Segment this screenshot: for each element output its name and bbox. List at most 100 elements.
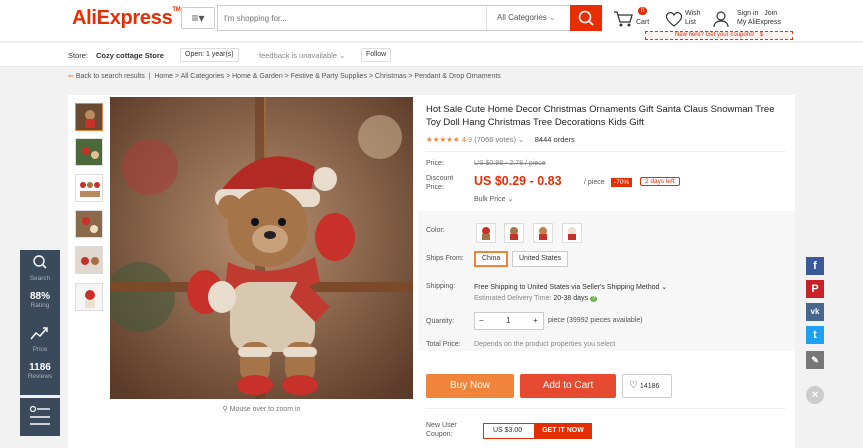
rating-stars: ★★★★★: [426, 135, 460, 144]
store-bar: Store: Cozy cottage Store Open: 1 year(s…: [0, 43, 863, 67]
ship-from-china[interactable]: China: [474, 251, 509, 267]
search-icon: [578, 10, 594, 26]
search-bar: All Categories ⌄: [217, 5, 570, 31]
ship-from-united-states[interactable]: United States: [512, 251, 569, 267]
reviews-count: 1186: [29, 362, 51, 373]
product-main-image[interactable]: [110, 97, 413, 399]
discount-badge: -70%: [611, 178, 633, 187]
twitter-icon: t: [813, 329, 817, 341]
edit-button[interactable]: ✎: [806, 351, 824, 369]
wish-label-line1: Wish: [685, 10, 701, 17]
bulk-price-link[interactable]: Bulk Price ⌄: [474, 195, 513, 203]
vk-icon: vk: [810, 307, 820, 316]
store-feedback: feedback is unavailable ⌄: [259, 51, 346, 60]
zoom-hint: ⚲ Mouse over to zoom in: [222, 406, 301, 413]
twitter-share-button[interactable]: t: [806, 326, 824, 344]
quantity-plus-button[interactable]: +: [533, 313, 538, 329]
rating-percent: 88%: [29, 291, 50, 302]
ships-from-label: Ships From:: [426, 255, 464, 262]
magnifier-icon: ⚲: [222, 406, 228, 413]
facebook-share-button[interactable]: f: [806, 257, 824, 275]
get-it-now-button[interactable]: GET IT NOW: [534, 423, 592, 439]
chevron-down-icon: ⌄: [661, 284, 668, 291]
add-to-cart-button[interactable]: Add to Cart: [520, 374, 616, 398]
store-name-link[interactable]: Cozy cottage Store: [96, 51, 164, 60]
original-price: US $0.98 - 2.78 / piece: [474, 160, 546, 167]
wish-list-link[interactable]: Wish List: [664, 7, 709, 33]
categories-menu-button[interactable]: ≡▾: [181, 7, 215, 29]
price-label: Price:: [426, 160, 444, 167]
rating-row: ★★★★★ 4.9 (7066 votes) ⌄ 8444 orders: [426, 135, 575, 144]
discount-price: US $0.29 - 0.83: [474, 174, 562, 188]
info-icon: ?: [589, 296, 598, 302]
my-aliexpress-link[interactable]: My AliExpress: [737, 18, 781, 27]
coupon-value: US $3.00: [493, 427, 523, 434]
price-trend-icon: [30, 327, 48, 340]
cart-link[interactable]: 0 Cart: [612, 7, 657, 33]
color-swatch-1[interactable]: [476, 223, 496, 243]
product-title: Hot Sale Cute Home Decor Christmas Ornam…: [426, 104, 775, 128]
pinterest-share-button[interactable]: P: [806, 280, 824, 298]
total-price-text: Depends on the product properties you se…: [474, 341, 616, 348]
heart-icon: [665, 11, 683, 27]
float-search-button[interactable]: Search: [20, 254, 60, 282]
quantity-stepper: − 1 +: [474, 312, 544, 330]
cart-count-badge: 0: [638, 7, 648, 15]
account-link[interactable]: Sign in Join My AliExpress: [711, 7, 801, 33]
options-panel: Color: Ships From: China United States S…: [418, 211, 795, 351]
back-arrow-icon: ⇐: [68, 73, 74, 80]
signin-link[interactable]: Sign in: [737, 10, 758, 17]
new-user-coupon: US $3.00 GET IT NOW: [483, 423, 592, 439]
quantity-input[interactable]: 1: [506, 313, 510, 329]
vk-share-button[interactable]: vk: [806, 303, 824, 321]
color-swatch-2[interactable]: [504, 223, 524, 243]
close-share-button[interactable]: ×: [806, 386, 824, 404]
pencil-icon: ✎: [811, 355, 819, 365]
price-label: Price: [32, 346, 48, 353]
back-to-search-link[interactable]: Back to search results: [76, 73, 145, 80]
teddy-bear-ornament-image: [110, 97, 413, 399]
thumbnail-5[interactable]: [75, 246, 103, 274]
follow-button[interactable]: Follow: [361, 48, 392, 62]
store-open-badge: Open: 1 year(s): [180, 48, 239, 62]
wish-count: 14186: [639, 383, 660, 390]
wish-button[interactable]: ♡ 14186: [622, 374, 672, 398]
breadcrumb: ⇐ Back to search results | Home > All Ca…: [68, 73, 501, 80]
wish-label-line2: List: [685, 19, 696, 26]
aliexpress-logo[interactable]: AliExpressTM: [72, 7, 181, 30]
days-left-badge: 2 days left: [640, 177, 680, 186]
buy-now-button[interactable]: Buy Now: [426, 374, 514, 398]
reviews-label: Reviews: [27, 373, 53, 380]
search-input[interactable]: [224, 10, 484, 26]
thumbnail-6[interactable]: [75, 283, 103, 311]
search-button[interactable]: [570, 5, 602, 31]
category-select[interactable]: All Categories ⌄: [486, 6, 571, 30]
left-float-panel: Search 88% Rating Price 1186 Reviews: [20, 250, 60, 395]
divider: [426, 408, 786, 409]
float-reviews[interactable]: 1186 Reviews: [20, 362, 60, 380]
coupon-amount: $: [759, 32, 764, 38]
quantity-minus-button[interactable]: −: [479, 313, 484, 329]
color-swatch-4[interactable]: [562, 223, 582, 243]
new-user-coupon-banner[interactable]: New here? Get your coupons! $: [645, 31, 793, 40]
float-search-label: Search: [29, 275, 51, 282]
shipping-label: Shipping:: [426, 283, 456, 290]
float-menu-button[interactable]: [20, 398, 60, 436]
shipping-method[interactable]: Free Shipping to United States via Selle…: [474, 283, 667, 291]
thumbnail-3[interactable]: [75, 174, 103, 202]
thumbnail-4[interactable]: [75, 210, 103, 238]
breadcrumb-path[interactable]: Home > All Categories > Home & Garden > …: [154, 73, 500, 80]
delivery-value: 20-38 days: [553, 295, 589, 302]
color-swatch-3[interactable]: [533, 223, 553, 243]
rating-value: 4.9: [461, 135, 473, 144]
thumbnail-2[interactable]: [75, 138, 103, 166]
facebook-icon: f: [813, 260, 817, 272]
user-icon: [713, 11, 729, 28]
cart-label: Cart: [636, 19, 650, 26]
float-rating[interactable]: 88% Rating: [20, 291, 60, 309]
join-link[interactable]: Join: [764, 10, 777, 17]
product-card: ⚲ Mouse over to zoom in Hot Sale Cute Ho…: [68, 95, 795, 448]
thumbnail-1[interactable]: [75, 103, 103, 131]
float-price[interactable]: Price: [20, 325, 60, 353]
votes-link[interactable]: (7066 votes): [474, 135, 516, 144]
